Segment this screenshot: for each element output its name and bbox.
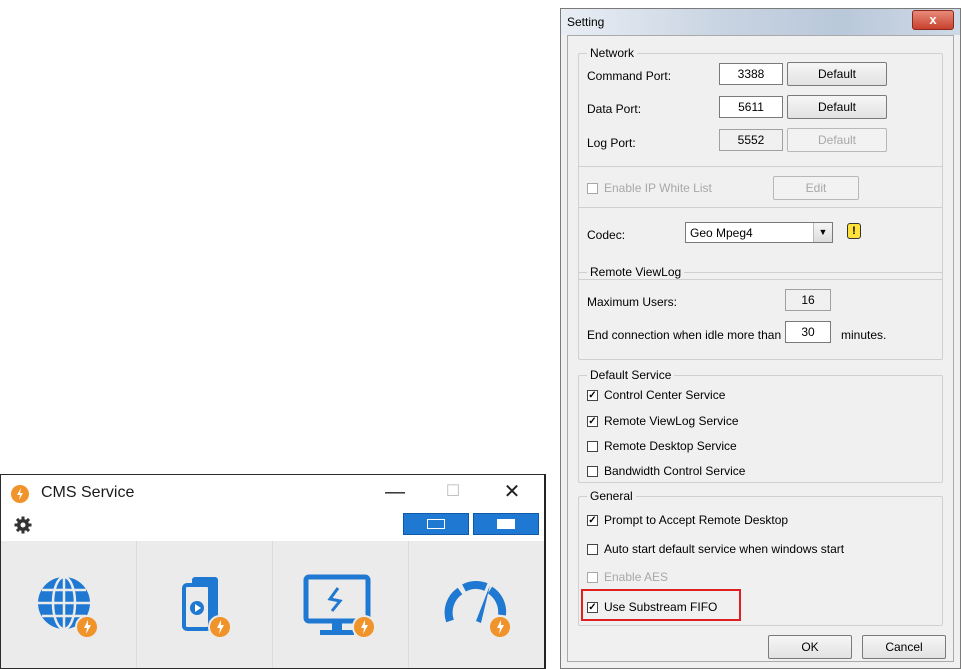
service-tiles [1, 541, 544, 668]
idle-timeout-label: End connection when idle more than [587, 328, 782, 342]
tile-remote-viewlog[interactable] [137, 541, 273, 668]
setting-title-bar: Setting x [561, 9, 960, 35]
data-port-label: Data Port: [587, 102, 642, 116]
enable-aes-checkbox[interactable]: Enable AES [587, 570, 668, 584]
gear-icon[interactable] [13, 515, 33, 535]
auto-start-checkbox[interactable]: Auto start default service when windows … [587, 542, 844, 556]
window-check-icon [427, 519, 445, 529]
tile-remote-desktop[interactable] [273, 541, 409, 668]
setting-title: Setting [567, 15, 605, 29]
remote-desktop-service-label: Remote Desktop Service [604, 439, 737, 453]
general-group: General ✓ Prompt to Accept Remote Deskto… [578, 489, 943, 626]
checkbox-box [587, 182, 598, 194]
log-port-input[interactable]: 5552 [719, 129, 783, 151]
setting-body: Network Command Port: 3388 Default Data … [567, 35, 954, 662]
edit-button[interactable]: Edit [773, 176, 859, 200]
max-users-label: Maximum Users: [587, 295, 678, 309]
data-port-input[interactable]: 5611 [719, 96, 783, 118]
network-group: Network Command Port: 3388 Default Data … [578, 46, 943, 280]
prompt-accept-remote-desktop-label: Prompt to Accept Remote Desktop [604, 513, 789, 527]
minimize-button[interactable]: — [373, 479, 417, 505]
chevron-down-icon[interactable]: ▼ [813, 223, 832, 242]
ok-button[interactable]: OK [768, 635, 852, 659]
cancel-button[interactable]: Cancel [862, 635, 946, 659]
cms-logo-icon [11, 485, 29, 503]
setting-dialog: Setting x Network Command Port: 3388 Def… [560, 8, 961, 669]
tile-control-center[interactable] [1, 541, 137, 668]
network-separator-2 [579, 207, 942, 208]
checkbox-box [587, 440, 598, 452]
enable-aes-label: Enable AES [604, 570, 669, 584]
cms-toolbar [1, 511, 544, 541]
maximize-button[interactable]: ☐ [431, 479, 475, 505]
control-center-service-checkbox[interactable]: ✓ Control Center Service [587, 388, 725, 402]
globe-icon [37, 575, 99, 639]
codec-label: Codec: [587, 228, 626, 242]
network-group-title: Network [587, 46, 638, 60]
auto-start-label: Auto start default service when windows … [604, 542, 845, 556]
window-fill-icon [497, 519, 515, 529]
command-port-input[interactable]: 3388 [719, 63, 783, 85]
network-separator-1 [579, 166, 942, 167]
checkbox-box [587, 465, 598, 477]
close-button[interactable]: ✕ [490, 479, 534, 505]
prompt-accept-remote-desktop-checkbox[interactable]: ✓ Prompt to Accept Remote Desktop [587, 513, 788, 527]
speedometer-icon [444, 581, 512, 639]
codec-value: Geo Mpeg4 [690, 226, 753, 240]
max-users-input[interactable]: 16 [785, 289, 831, 311]
checkbox-box [587, 543, 598, 555]
general-group-title: General [587, 489, 636, 503]
default-service-group: Default Service ✓ Control Center Service… [578, 368, 943, 483]
log-port-default-button[interactable]: Default [787, 128, 887, 152]
remote-viewlog-service-checkbox[interactable]: ✓ Remote ViewLog Service [587, 414, 739, 428]
remote-viewlog-service-label: Remote ViewLog Service [604, 414, 739, 428]
remote-desktop-service-checkbox[interactable]: Remote Desktop Service [587, 439, 737, 453]
view-mode-button-2[interactable] [473, 513, 539, 535]
checkbox-box: ✓ [587, 514, 598, 526]
view-mode-button-1[interactable] [403, 513, 469, 535]
enable-ip-white-list-checkbox[interactable]: Enable IP White List [587, 181, 712, 195]
enable-ip-white-list-label: Enable IP White List [604, 181, 712, 195]
control-center-service-label: Control Center Service [604, 388, 726, 402]
media-device-icon [181, 577, 232, 639]
codec-select[interactable]: Geo Mpeg4 ▼ [685, 222, 833, 243]
checkbox-box [587, 571, 598, 583]
checkbox-box: ✓ [587, 415, 598, 427]
idle-minutes-input[interactable]: 30 [785, 321, 831, 343]
highlight-box [581, 589, 741, 621]
remote-desktop-icon [303, 574, 376, 639]
command-port-label: Command Port: [587, 69, 672, 83]
warning-icon: ! [847, 223, 861, 239]
bandwidth-control-service-label: Bandwidth Control Service [604, 464, 746, 478]
command-port-default-button[interactable]: Default [787, 62, 887, 86]
default-service-group-title: Default Service [587, 368, 675, 382]
remote-viewlog-group: Remote ViewLog Maximum Users: 16 End con… [578, 265, 943, 360]
minutes-label: minutes. [841, 328, 887, 342]
remote-viewlog-group-title: Remote ViewLog [587, 265, 685, 279]
cms-service-window: CMS Service — ☐ ✕ [0, 474, 546, 669]
data-port-default-button[interactable]: Default [787, 95, 887, 119]
cms-title-bar: CMS Service — ☐ ✕ [1, 475, 544, 511]
cms-window-title: CMS Service [41, 484, 135, 501]
bandwidth-control-service-checkbox[interactable]: Bandwidth Control Service [587, 464, 745, 478]
log-port-label: Log Port: [587, 136, 636, 150]
checkbox-box: ✓ [587, 389, 598, 401]
tile-bandwidth-control[interactable] [409, 541, 544, 668]
dialog-close-button[interactable]: x [912, 10, 954, 30]
